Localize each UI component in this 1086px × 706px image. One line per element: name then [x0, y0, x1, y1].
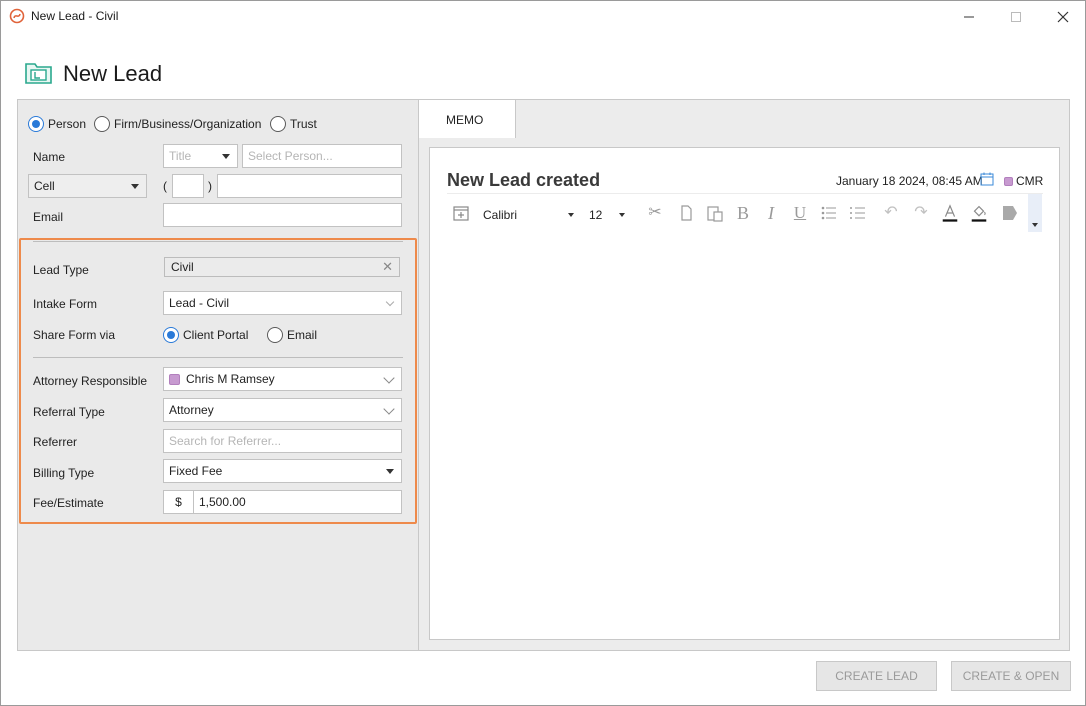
billing-type-label: Billing Type [33, 466, 95, 480]
name-label: Name [33, 150, 66, 164]
close-icon[interactable] [1040, 1, 1086, 32]
contact-type-trust-label[interactable]: Trust [290, 117, 317, 131]
new-lead-window: New Lead - Civil New Lead Person Firm/Bu… [0, 0, 1086, 706]
chevron-down-icon [383, 403, 395, 415]
share-email-label[interactable]: Email [287, 328, 317, 342]
email-label: Email [33, 210, 64, 224]
user-color-swatch [1004, 176, 1013, 186]
memo-user-badge: CMR [1004, 174, 1043, 188]
highlight-color-icon[interactable] [969, 203, 989, 223]
referral-type-label: Referral Type [33, 405, 105, 419]
font-color-icon[interactable] [940, 203, 960, 223]
intake-form-select[interactable]: Lead - Civil [163, 291, 402, 315]
currency-symbol: $ [164, 491, 194, 513]
font-size-select[interactable]: 12 [589, 208, 602, 222]
insert-table-icon[interactable] [451, 203, 471, 223]
title-bar: New Lead - Civil [1, 1, 1085, 32]
create-lead-button[interactable]: CREATE LEAD [816, 661, 937, 691]
share-client-portal-label[interactable]: Client Portal [183, 328, 248, 342]
intake-form-label: Intake Form [33, 297, 98, 311]
paste-icon[interactable] [705, 203, 725, 223]
app-logo-icon [9, 8, 25, 24]
underline-icon[interactable]: U [790, 203, 810, 223]
title-placeholder: Title [169, 149, 192, 163]
undo-icon[interactable]: ↶ [881, 203, 901, 223]
attorney-color-swatch [169, 373, 180, 385]
font-family-select[interactable]: Calibri [483, 208, 517, 222]
area-code-input[interactable] [172, 174, 204, 198]
clear-icon[interactable]: ✕ [382, 258, 393, 276]
phone-number-input[interactable] [217, 174, 402, 198]
editor-toolbar: Calibri 12 ✂ B I U ↶ ↷ [447, 193, 1043, 232]
cut-icon[interactable]: ✂ [645, 203, 665, 223]
share-form-label: Share Form via [33, 328, 116, 342]
calendar-icon[interactable] [980, 172, 994, 186]
section-divider [33, 357, 403, 358]
phone-type-select[interactable]: Cell [28, 174, 147, 198]
share-email-radio[interactable] [267, 327, 283, 343]
caret-down-icon[interactable] [619, 213, 625, 217]
copy-icon[interactable] [676, 203, 696, 223]
lead-folder-icon [25, 63, 52, 84]
minimize-icon[interactable] [946, 1, 992, 32]
create-open-button[interactable]: CREATE & OPEN [951, 661, 1071, 691]
contact-type-firm-radio[interactable] [94, 116, 110, 132]
redo-icon[interactable]: ↷ [911, 203, 931, 223]
fee-estimate-value: 1,500.00 [199, 495, 246, 509]
memo-date: January 18 2024, 08:45 AM [836, 174, 983, 188]
caret-down-icon [131, 184, 139, 189]
lead-type-label: Lead Type [33, 263, 89, 277]
billing-type-value: Fixed Fee [169, 464, 223, 478]
lead-type-value: Civil [171, 260, 194, 274]
share-client-portal-radio[interactable] [163, 327, 179, 343]
attorney-responsible-value: Chris M Ramsey [186, 372, 275, 386]
contact-type-trust-radio[interactable] [270, 116, 286, 132]
memo-title[interactable]: New Lead created [447, 170, 600, 191]
attorney-responsible-select[interactable]: Chris M Ramsey [163, 367, 402, 391]
caret-down-icon [386, 469, 394, 474]
page-title: New Lead [63, 61, 163, 86]
contact-type-person-label[interactable]: Person [48, 117, 86, 131]
bold-icon[interactable]: B [733, 203, 753, 223]
intake-form-value: Lead - Civil [169, 296, 230, 310]
chevron-down-icon [383, 372, 395, 384]
contact-type-firm-label[interactable]: Firm/Business/Organization [114, 117, 261, 131]
referral-type-select[interactable]: Attorney [163, 398, 402, 422]
maximize-icon[interactable] [993, 1, 1039, 32]
window-title: New Lead - Civil [31, 9, 119, 23]
referral-type-value: Attorney [169, 403, 214, 417]
attorney-responsible-label: Attorney Responsible [33, 374, 148, 388]
tab-memo[interactable]: MEMO [419, 100, 516, 138]
contact-type-person-radio[interactable] [28, 116, 44, 132]
person-search-placeholder: Select Person... [248, 149, 333, 163]
numbered-list-icon[interactable] [848, 203, 868, 223]
toolbar-overflow-button[interactable] [1028, 194, 1042, 232]
italic-icon[interactable]: I [761, 203, 781, 223]
memo-user-initials: CMR [1016, 174, 1044, 188]
fee-estimate-input[interactable]: $ 1,500.00 [163, 490, 402, 514]
person-search-input[interactable]: Select Person... [242, 144, 402, 168]
chevron-down-icon [385, 297, 395, 307]
phone-type-value: Cell [34, 179, 55, 193]
memo-panel: MEMO New Lead created January 18 2024, 0… [419, 99, 1070, 651]
fee-estimate-label: Fee/Estimate [33, 496, 104, 510]
caret-down-icon [222, 154, 230, 159]
fill-icon[interactable] [1000, 203, 1020, 223]
lead-type-chip[interactable]: Civil ✕ [164, 257, 400, 277]
title-select[interactable]: Title [163, 144, 238, 168]
memo-editor[interactable]: New Lead created January 18 2024, 08:45 … [429, 147, 1060, 640]
caret-down-icon[interactable] [568, 213, 574, 217]
area-code-open-paren: ( [163, 179, 167, 193]
area-code-close-paren: ) [208, 179, 212, 193]
bullet-list-icon[interactable] [819, 203, 839, 223]
referrer-search-input[interactable]: Search for Referrer... [163, 429, 402, 453]
billing-type-select[interactable]: Fixed Fee [163, 459, 402, 483]
email-input[interactable] [163, 203, 402, 227]
referrer-label: Referrer [33, 435, 78, 449]
referrer-placeholder: Search for Referrer... [169, 434, 282, 448]
